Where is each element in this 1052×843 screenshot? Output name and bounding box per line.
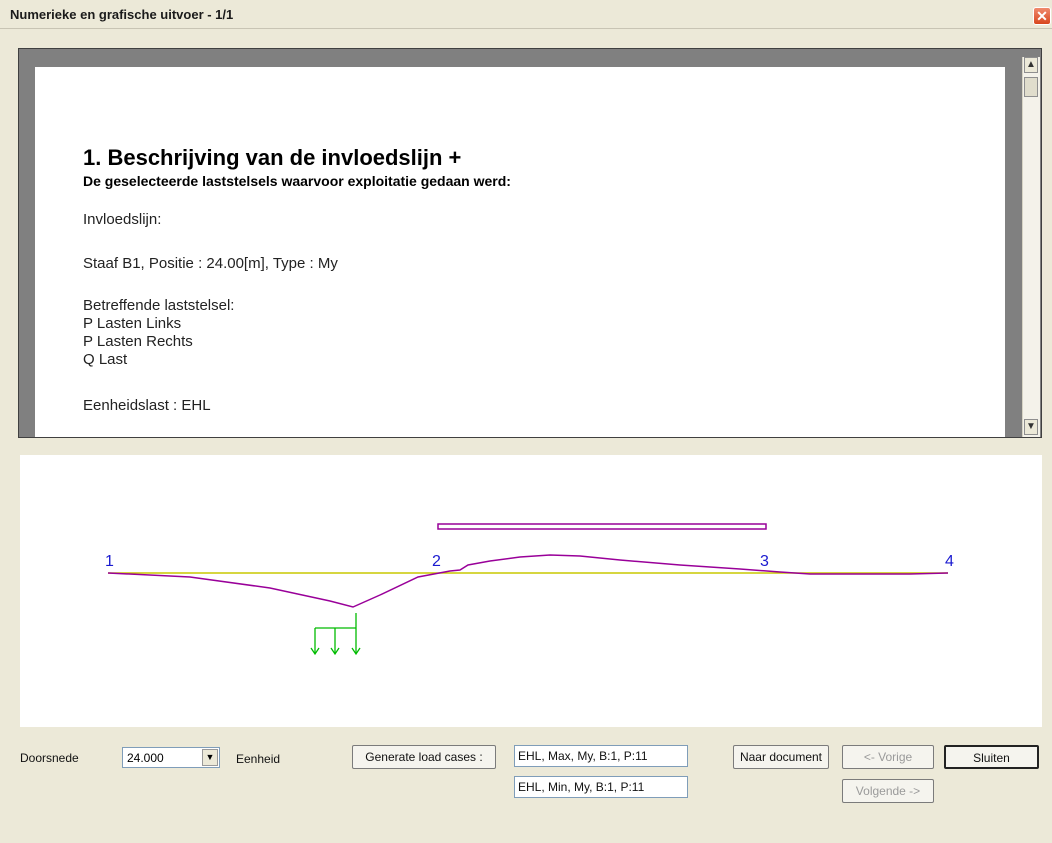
report-page: 1. Beschrijving van de invloedslijn + De… [35,67,1005,437]
influence-line [107,554,949,608]
doorsnede-label: Doorsnede [20,751,79,765]
case-max-field[interactable]: EHL, Max, My, B:1, P:11 [514,745,688,767]
report-line-staaf: Staaf B1, Positie : 24.00[m], Type : My [83,255,338,272]
report-line-p-links: P Lasten Links [83,315,182,332]
case-min-field[interactable]: EHL, Min, My, B:1, P:11 [514,776,688,798]
report-scrollbar[interactable]: ▲ ▼ [1022,57,1040,437]
sluiten-button[interactable]: Sluiten [944,745,1039,769]
report-line-eenheidslast: Eenheidslast : EHL [83,397,211,414]
report-line-p-rechts: P Lasten Rechts [83,333,193,350]
influence-line-graphic: 1 2 3 4 [20,455,1042,727]
node-label-4: 4 [945,553,954,570]
close-icon[interactable]: ✕ [1033,7,1051,25]
report-panel: 1. Beschrijving van de invloedslijn + De… [18,48,1042,438]
naar-document-button[interactable]: Naar document [733,745,829,769]
report-subheading: De geselecteerde laststelsels waarvoor e… [83,173,511,189]
node-label-3: 3 [760,553,769,570]
scroll-down-icon[interactable]: ▼ [1024,419,1038,435]
volgende-button[interactable]: Volgende -> [842,779,934,803]
scroll-up-icon[interactable]: ▲ [1024,57,1038,73]
influence-line-svg: 1 2 3 4 [105,523,954,656]
scroll-thumb[interactable] [1024,77,1038,97]
report-heading: 1. Beschrijving van de invloedslijn + [83,145,462,170]
point-loads [310,613,361,656]
report-line-q-last: Q Last [83,351,128,368]
chevron-down-icon[interactable]: ▼ [202,749,218,766]
vorige-button[interactable]: <- Vorige [842,745,934,769]
node-label-1: 1 [105,553,114,570]
doorsnede-value: 24.000 [127,751,164,765]
node-label-2: 2 [432,553,441,570]
report-line-betreffende: Betreffende laststelsel: [83,297,235,314]
distributed-load-bar [437,523,767,530]
report-line-invloedslijn: Invloedslijn: [83,211,162,228]
eenheid-label: Eenheid [236,752,281,766]
title-bar: Numerieke en grafische uitvoer - 1/1 ✕ [0,0,1052,29]
window-title: Numerieke en grafische uitvoer - 1/1 [10,7,234,22]
doorsnede-select[interactable]: 24.000 ▼ [122,747,220,768]
generate-load-cases-button[interactable]: Generate load cases : [352,745,496,769]
